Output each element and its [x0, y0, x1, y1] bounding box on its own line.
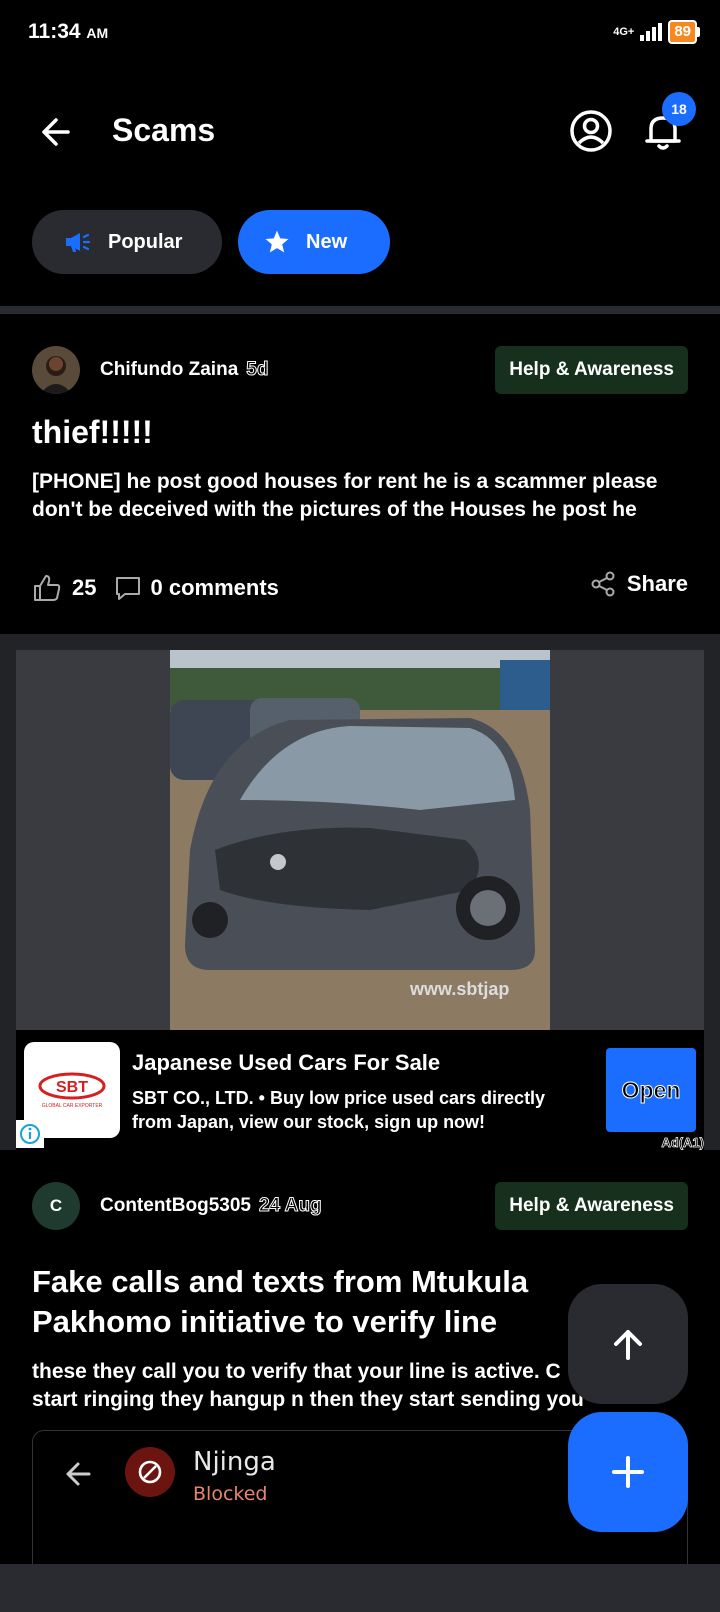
ad-label: Ad(A1) — [661, 1135, 704, 1151]
status-time-value: 11:34 — [28, 20, 81, 43]
avatar[interactable]: C — [32, 1182, 80, 1230]
car-image: www.sbtjap — [170, 650, 550, 1030]
post-body[interactable]: these they call you to verify that your … — [32, 1358, 612, 1414]
post-author[interactable]: Chifundo Zaina — [100, 359, 238, 381]
share-button[interactable]: Share — [589, 570, 688, 598]
info-circle-icon — [20, 1124, 40, 1144]
ad-watermark: www.sbtjap — [409, 979, 509, 999]
sbt-logo-subtext: GLOBAL CAR EXPORTER — [41, 1103, 103, 1109]
blocked-avatar — [125, 1447, 175, 1497]
back-button[interactable] — [34, 110, 78, 154]
battery-icon: 89 — [668, 20, 700, 44]
category-badge[interactable]: Help & Awareness — [495, 346, 688, 394]
ad-image[interactable]: www.sbtjap — [170, 650, 550, 1030]
section-divider — [0, 306, 720, 314]
page-title: Scams — [112, 112, 216, 148]
ad-open-button[interactable]: Open — [606, 1048, 696, 1132]
comment-count-value: 0 — [150, 575, 163, 600]
status-icons: 4G+ 89 — [613, 20, 700, 44]
post-body[interactable]: [PHONE] he post good houses for rent he … — [32, 468, 688, 524]
share-icon — [591, 571, 615, 597]
arrow-left-icon — [42, 118, 70, 146]
account-button[interactable] — [568, 108, 614, 154]
sort-tabs: Popular New — [32, 210, 390, 274]
notification-badge: 18 — [662, 92, 696, 126]
ad-title[interactable]: Japanese Used Cars For Sale — [132, 1050, 440, 1076]
post-age: 5d — [246, 359, 269, 381]
ad-card: www.sbtjap SBT GLOBAL CAR EXPORTER Japan… — [0, 634, 720, 1150]
signal-icon — [640, 23, 663, 41]
comment-count[interactable]: 0 comments — [150, 575, 278, 601]
megaphone-icon — [66, 233, 91, 252]
status-time: 11:34 AM — [28, 20, 108, 44]
tab-new-label: New — [306, 230, 348, 253]
network-type: 4G+ — [613, 25, 635, 38]
embed-contact-name: Njinga — [193, 1447, 276, 1477]
arrow-left-icon — [66, 1462, 91, 1486]
like-count: 25 — [72, 575, 97, 600]
ad-media[interactable]: www.sbtjap — [16, 650, 704, 1030]
comment-count-label: comments — [168, 575, 279, 600]
embed-contact-status: Blocked — [193, 1483, 268, 1505]
comment-icon[interactable] — [114, 574, 142, 602]
post-header: C ContentBog5305 24 Aug — [32, 1182, 322, 1230]
system-nav-bar — [0, 1564, 720, 1612]
star-icon — [265, 230, 289, 253]
status-bar: 11:34 AM 4G+ 89 — [0, 0, 720, 66]
info-icon[interactable] — [16, 1120, 44, 1148]
post-age: 24 Aug — [258, 1195, 322, 1217]
ad-description[interactable]: SBT CO., LTD. • Buy low price used cars … — [132, 1086, 572, 1134]
battery-level: 89 — [668, 20, 697, 44]
sbt-logo-text: SBT — [56, 1079, 88, 1096]
tab-popular[interactable]: Popular — [32, 210, 222, 274]
post-actions: 25 0 comments Share — [32, 570, 688, 606]
post-author[interactable]: ContentBog5305 — [100, 1195, 251, 1217]
post-header: Chifundo Zaina 5d — [32, 346, 269, 394]
plus-icon — [612, 1456, 644, 1488]
account-icon — [570, 110, 612, 152]
status-time-ampm: AM — [86, 25, 109, 41]
post-title[interactable]: Fake calls and texts from Mtukula Pakhom… — [32, 1262, 612, 1342]
top-app-bar: Scams 18 — [0, 90, 720, 170]
ad-footer: SBT GLOBAL CAR EXPORTER Japanese Used Ca… — [16, 1030, 704, 1150]
avatar-photo — [32, 346, 80, 394]
thumbs-up-icon[interactable] — [32, 573, 62, 603]
tab-new[interactable]: New — [238, 210, 390, 274]
post-title[interactable]: thief!!!!! — [32, 414, 688, 451]
category-badge[interactable]: Help & Awareness — [495, 1182, 688, 1230]
tab-popular-label: Popular — [108, 230, 183, 253]
arrow-up-icon — [614, 1330, 642, 1360]
blocked-icon — [138, 1460, 162, 1484]
scroll-to-top-button[interactable] — [568, 1284, 688, 1404]
sbt-logo-mark: SBT — [38, 1072, 106, 1100]
create-post-button[interactable] — [568, 1412, 688, 1532]
share-label: Share — [626, 571, 688, 596]
avatar[interactable] — [32, 346, 80, 394]
